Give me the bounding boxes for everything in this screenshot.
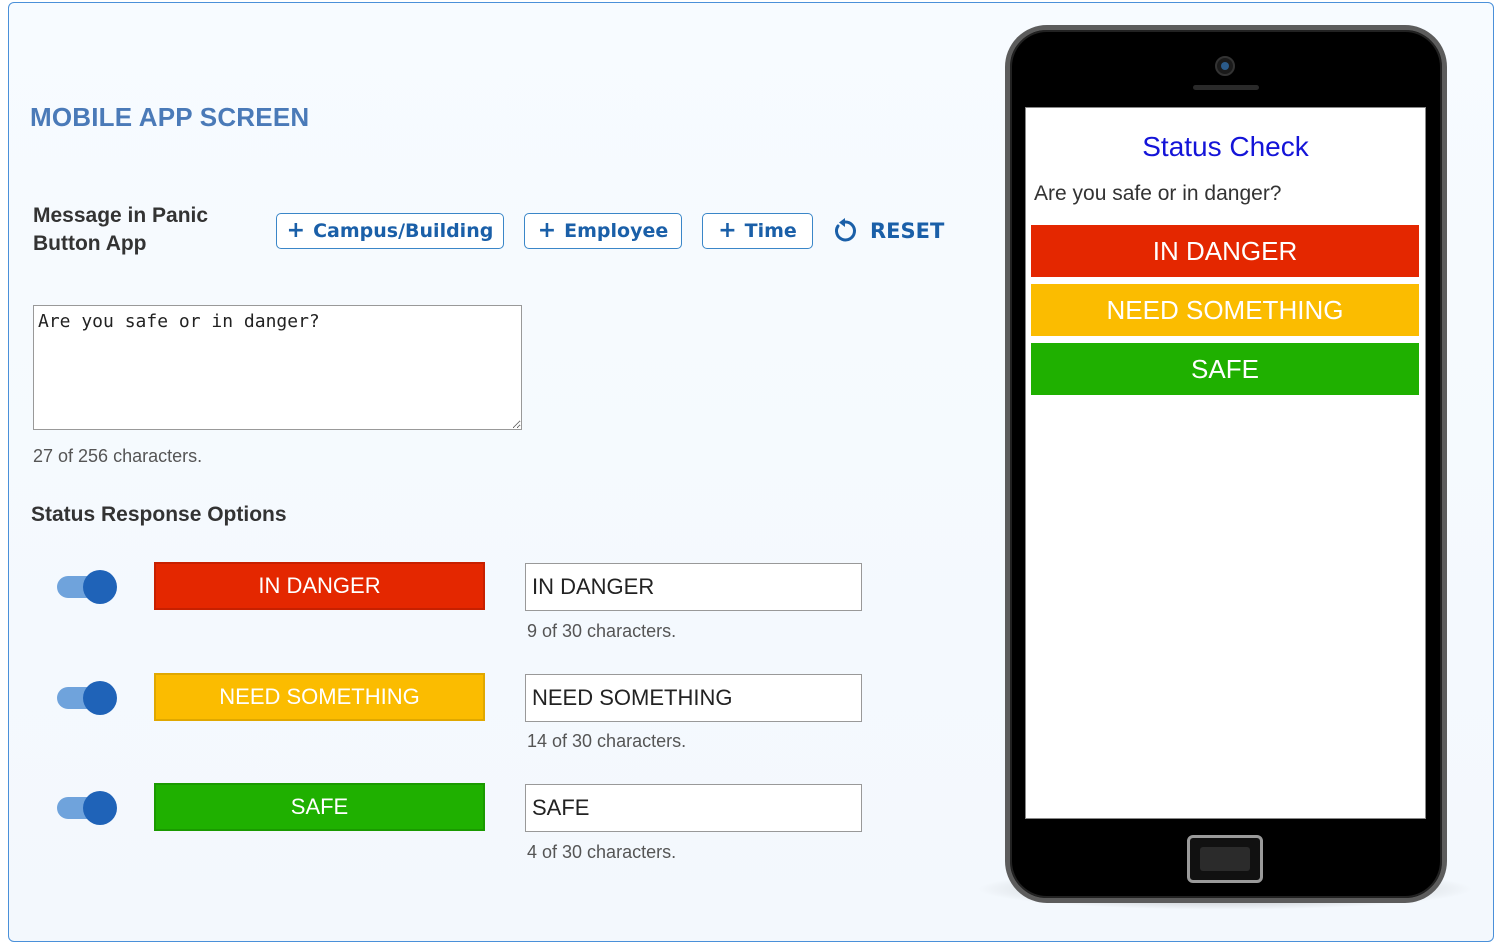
insert-time-button[interactable]: + Time (702, 213, 813, 249)
phone-button-need-something[interactable]: NEED SOMETHING (1031, 284, 1419, 336)
status-input-safe[interactable] (525, 784, 862, 832)
phone-camera-icon (1215, 56, 1235, 76)
insert-campus-building-button[interactable]: + Campus/Building (276, 213, 504, 249)
swatch-in-danger: IN DANGER (154, 562, 485, 610)
plus-icon: + (537, 218, 557, 243)
reset-label: RESET (870, 219, 945, 243)
status-input-need-something[interactable] (525, 674, 862, 722)
reset-icon (835, 218, 856, 242)
reset-button[interactable]: RESET (832, 213, 944, 249)
message-char-count: 27 of 256 characters. (33, 446, 203, 466)
phone-button-label: SAFE (1191, 353, 1259, 384)
phone-button-label: NEED SOMETHING (1106, 294, 1344, 325)
phone-button-in-danger[interactable]: IN DANGER (1031, 225, 1419, 277)
section-title: MOBILE APP SCREEN (30, 102, 310, 132)
insert-employee-label: Employee (564, 220, 669, 242)
insert-campus-building-label: Campus/Building (313, 220, 494, 242)
toggle-need-something[interactable] (57, 681, 117, 715)
swatch-label: IN DANGER (258, 573, 381, 598)
phone-speaker (1193, 85, 1259, 90)
toggle-in-danger[interactable] (57, 570, 117, 604)
status-char-count-in-danger: 9 of 30 characters. (527, 621, 677, 641)
toggle-knob (83, 791, 117, 825)
swatch-label: SAFE (290, 794, 349, 819)
status-char-count-safe: 4 of 30 characters. (527, 842, 677, 862)
message-label: Message in Panic Button App (33, 204, 209, 255)
phone-screen-title: Status Check (1142, 131, 1309, 162)
toggle-knob (83, 681, 117, 715)
plus-icon: + (718, 218, 737, 243)
options-title: Status Response Options (31, 503, 287, 526)
phone-button-safe[interactable]: SAFE (1031, 343, 1419, 395)
phone-screen (1025, 107, 1426, 819)
swatch-label: NEED SOMETHING (219, 684, 420, 709)
status-char-count-need-something: 14 of 30 characters. (527, 731, 687, 751)
toggle-safe[interactable] (57, 791, 117, 825)
insert-employee-button[interactable]: + Employee (524, 213, 682, 249)
swatch-safe: SAFE (154, 783, 485, 831)
status-input-in-danger[interactable] (525, 563, 862, 611)
phone-screen-question: Are you safe or in danger? (1034, 182, 1282, 205)
swatch-need-something: NEED SOMETHING (154, 673, 485, 721)
message-textarea[interactable]: Are you safe or in danger? (33, 305, 522, 430)
plus-icon: + (286, 218, 306, 243)
phone-home-button (1187, 835, 1263, 883)
phone-button-label: IN DANGER (1152, 235, 1298, 266)
insert-time-label: Time (744, 220, 797, 242)
toggle-knob (83, 570, 117, 604)
